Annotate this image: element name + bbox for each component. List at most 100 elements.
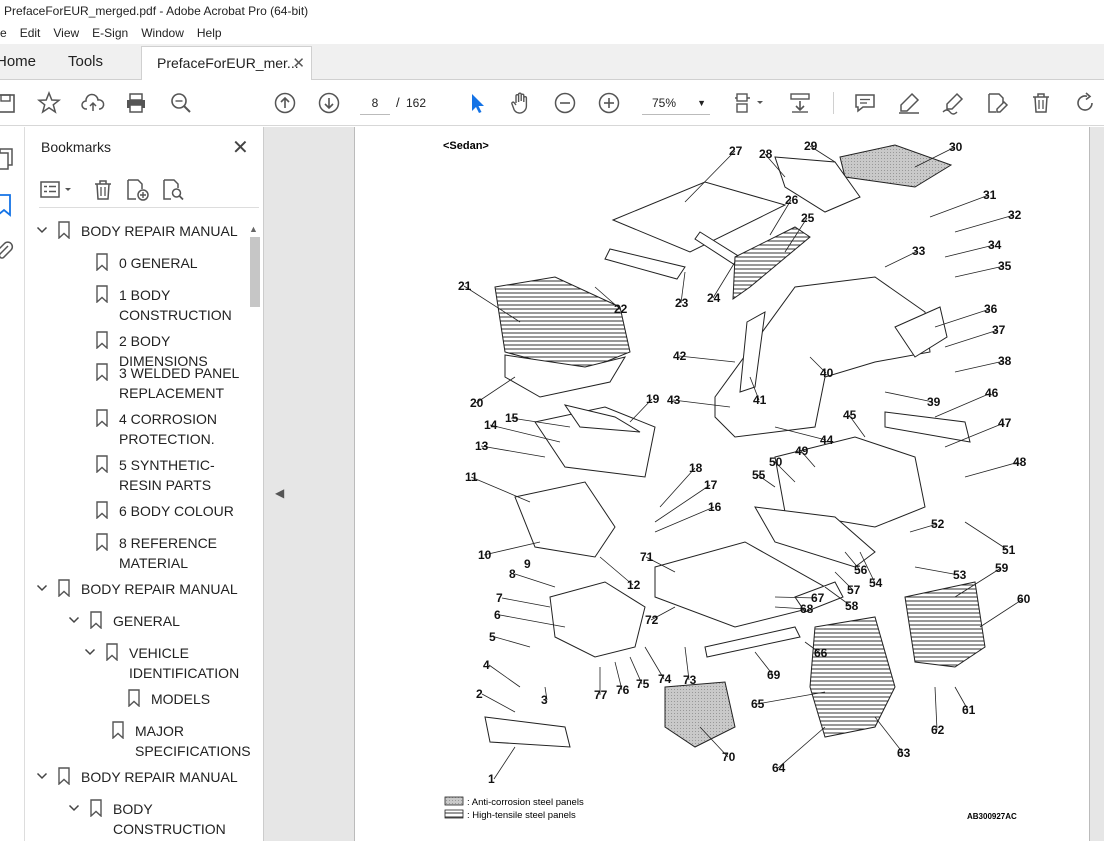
part-rear-door-outer [904,581,986,668]
part-callout: 20 [470,396,484,410]
bookmark-icon [96,363,108,381]
part-callout: 36 [984,302,998,316]
print-icon[interactable] [124,91,148,115]
bookmark-label: 4 CORROSION PROTECTION. [119,411,218,447]
collapse-panel-icon[interactable]: ◀ [275,486,284,500]
legend-high-tensile: : High-tensile steel panels [467,810,576,821]
tab-bar: Home Tools PrefaceForEUR_mer... ✕ [0,44,1104,81]
legend-swatch-high-tensile [444,809,464,819]
previous-page-icon[interactable] [273,91,297,115]
scrollbar-thumb[interactable] [250,237,260,307]
scroll-up-icon[interactable]: ▲ [249,224,258,234]
close-icon[interactable]: ✕ [292,47,305,80]
part-callout: 24 [707,291,721,305]
part-callout: 58 [845,599,859,613]
edit-document-icon[interactable] [985,91,1009,115]
leader-line [944,329,999,348]
part-callout: 10 [478,548,492,562]
part-callout: 65 [751,697,765,711]
select-cursor-icon[interactable] [465,91,489,115]
attachment-icon[interactable] [0,239,14,268]
part-callout: 56 [854,563,868,577]
part-callout: 45 [843,408,857,422]
menu-window[interactable]: Window [134,22,190,44]
chevron-down-icon[interactable] [84,646,96,658]
window-title: PrefaceForEUR_merged.pdf - Adobe Acrobat… [0,0,1104,22]
diagram-parts [484,144,986,748]
legend-swatch-anti-corrosion [444,796,464,806]
bookmark-options-icon[interactable] [39,178,75,207]
bookmark-icon [96,409,108,427]
pages-thumbnail-icon[interactable] [0,147,14,176]
part-callout: 52 [931,517,945,531]
legend-anti-corrosion: : Anti-corrosion steel panels [467,797,584,808]
scroll-mode-icon[interactable] [788,91,812,115]
chevron-down-icon[interactable] [68,802,80,814]
zoom-select[interactable]: 75% ▼ [642,91,710,115]
bookmark-label: GENERAL [113,613,180,629]
search-bookmark-icon[interactable] [161,178,187,207]
part-callout: 53 [953,568,967,582]
leader-line [954,265,1005,278]
part-front-door-outer [809,616,896,738]
hand-tool-icon[interactable] [509,91,533,115]
leader-line [514,573,556,588]
page-layout-icon[interactable] [733,91,767,115]
chevron-down-icon[interactable] [68,614,80,626]
zoom-in-icon[interactable] [597,91,621,115]
part-callout: 4 [483,658,490,672]
leader-line [488,664,521,688]
bookmark-icon [96,331,108,349]
zoom-search-icon[interactable] [169,91,193,115]
bookmark-icon [96,501,108,519]
menu-edit[interactable]: Edit [13,22,47,44]
tab-document[interactable]: PrefaceForEUR_mer... ✕ [141,46,312,81]
close-icon[interactable]: ✕ [232,135,249,160]
page-separator: / [396,95,400,110]
chevron-down-icon: ▼ [697,98,706,108]
part-callout: 55 [752,468,766,482]
page-number-input[interactable]: 8 [360,91,390,115]
rotate-icon[interactable] [1073,91,1097,115]
draw-sign-icon[interactable] [941,91,965,115]
part-callout: 11 [465,470,478,484]
menu-file[interactable]: e [0,22,13,44]
zoom-out-icon[interactable] [553,91,577,115]
tab-document-label: PrefaceForEUR_mer... [157,55,299,71]
next-page-icon[interactable] [317,91,341,115]
tab-home[interactable]: Home [0,44,36,80]
menu-esign[interactable]: E-Sign [85,22,134,44]
star-icon[interactable] [36,90,62,115]
bookmark-panel-icon[interactable] [0,193,14,222]
comment-icon[interactable] [853,91,877,115]
delete-bookmark-icon[interactable] [91,178,115,207]
menu-bar: e Edit View E-Sign Window Help [0,22,1104,44]
toolbar-divider [833,92,834,114]
delete-icon[interactable] [1029,91,1053,115]
chevron-down-icon[interactable] [36,770,48,782]
chevron-down-icon[interactable] [36,582,48,594]
part-callout: 2 [476,687,483,701]
new-bookmark-icon[interactable] [125,178,151,207]
menu-help[interactable]: Help [190,22,228,44]
part-callout: 15 [505,411,519,425]
save-icon[interactable] [0,91,18,115]
bookmark-label: 8 REFERENCE MATERIAL [119,535,218,571]
bookmark-label: 5 SYNTHETIC-RESIN PARTS [119,457,215,493]
highlight-pen-icon[interactable] [897,91,921,115]
chevron-down-icon[interactable] [36,224,48,236]
part-callout: 42 [673,349,687,363]
part-callout: 9 [524,557,531,571]
tab-tools[interactable]: Tools [68,44,103,80]
bookmark-label: MAJOR SPECIFICATIONS [135,723,251,759]
part-callout: 70 [722,750,736,764]
leader-line [480,445,546,458]
bookmark-icon [58,767,70,785]
part-callout: 75 [636,677,650,691]
part-callout: 59 [995,561,1009,575]
body-panels-diagram: <Sedan> 12 34567891011121314 1516171819202… [443,139,1031,821]
diagram-callouts: 12 34567891011121314 1516171819202122 23 242… [458,139,1031,786]
cloud-upload-icon[interactable] [81,91,105,115]
menu-view[interactable]: View [46,22,85,44]
leader-line [470,476,531,503]
